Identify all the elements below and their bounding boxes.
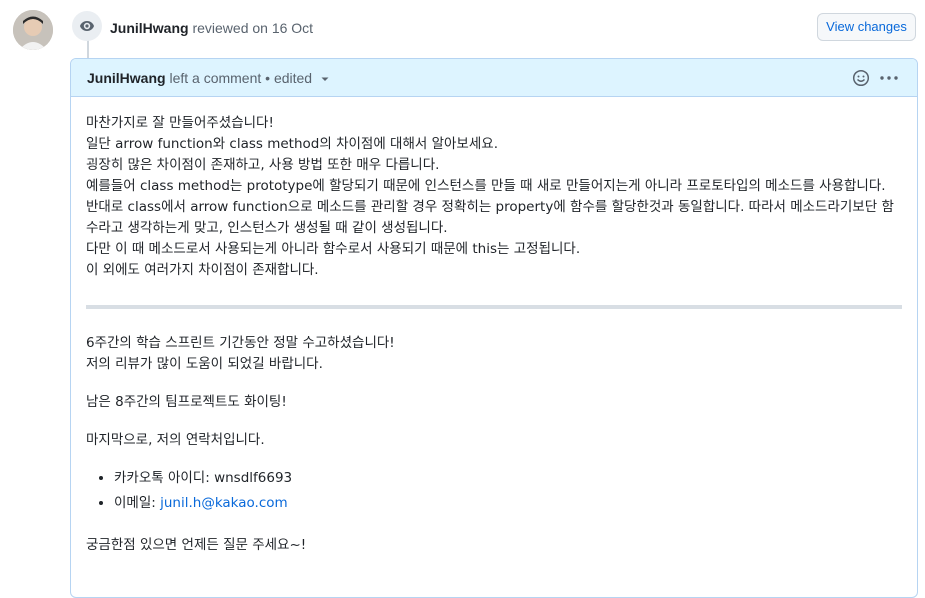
chevron-down-icon[interactable] (320, 71, 330, 87)
horizontal-rule (86, 305, 902, 309)
email-label: 이메일: (114, 495, 161, 511)
comment-meta[interactable]: left a comment • edited (169, 70, 312, 86)
thanks-line: 6주간의 학습 스프린트 기간동안 정말 수고하셨습니다! (86, 335, 395, 351)
contact-intro: 마지막으로, 저의 연락처입니다. (86, 432, 265, 448)
closing-line: 궁금한점 있으면 언제든 질문 주세요~! (86, 537, 307, 553)
review-comment: JunilHwang left a comment • edited 마찬가지로… (70, 58, 918, 598)
timeline-line (87, 40, 89, 60)
review-author[interactable]: JunilHwang (110, 20, 189, 36)
comment-body: 마찬가지로 잘 만들어주셨습니다! 일단 arrow function와 cla… (71, 97, 917, 572)
contact-kakao: 카카오톡 아이디: wnsdlf6693 (114, 468, 902, 489)
thanks-line: 저의 리뷰가 많이 도움이 되었길 바랍니다. (86, 356, 323, 372)
review-header: JunilHwang reviewed on 16 Oct (110, 19, 313, 37)
body-line: 다만 이 때 메소드로서 사용되는게 아니라 함수로서 사용되기 때문에 thi… (86, 241, 581, 257)
eye-icon (80, 21, 94, 31)
comment-author[interactable]: JunilHwang (87, 70, 166, 86)
avatar-image (13, 10, 53, 50)
kebab-menu-icon[interactable] (879, 69, 899, 90)
fighting-line: 남은 8주간의 팀프로젝트도 화이팅! (86, 394, 287, 410)
body-line: 이 외에도 여러가지 차이점이 존재합니다. (86, 262, 319, 278)
body-line: 굉장히 많은 차이점이 존재하고, 사용 방법 또한 매우 다릅니다. (86, 157, 440, 173)
avatar[interactable] (13, 10, 53, 50)
comment-header: JunilHwang left a comment • edited (71, 59, 917, 97)
review-badge (72, 11, 102, 41)
body-line: 일단 arrow function와 class method의 차이점에 대해… (86, 136, 498, 152)
body-line: 예를들어 class method는 prototype에 할당되기 때문에 인… (86, 178, 886, 194)
review-action: reviewed on 16 Oct (192, 20, 314, 36)
contact-email: 이메일: junil.h@kakao.com (114, 493, 902, 514)
contact-list: 카카오톡 아이디: wnsdlf6693 이메일: junil.h@kakao.… (86, 468, 902, 514)
view-changes-button[interactable]: View changes (817, 13, 916, 41)
email-link[interactable]: junil.h@kakao.com (160, 495, 288, 511)
body-line: 반대로 class에서 arrow function으로 메소드를 관리할 경우… (86, 199, 894, 236)
body-line: 마찬가지로 잘 만들어주셨습니다! (86, 115, 274, 131)
add-reaction-icon[interactable] (852, 69, 870, 90)
